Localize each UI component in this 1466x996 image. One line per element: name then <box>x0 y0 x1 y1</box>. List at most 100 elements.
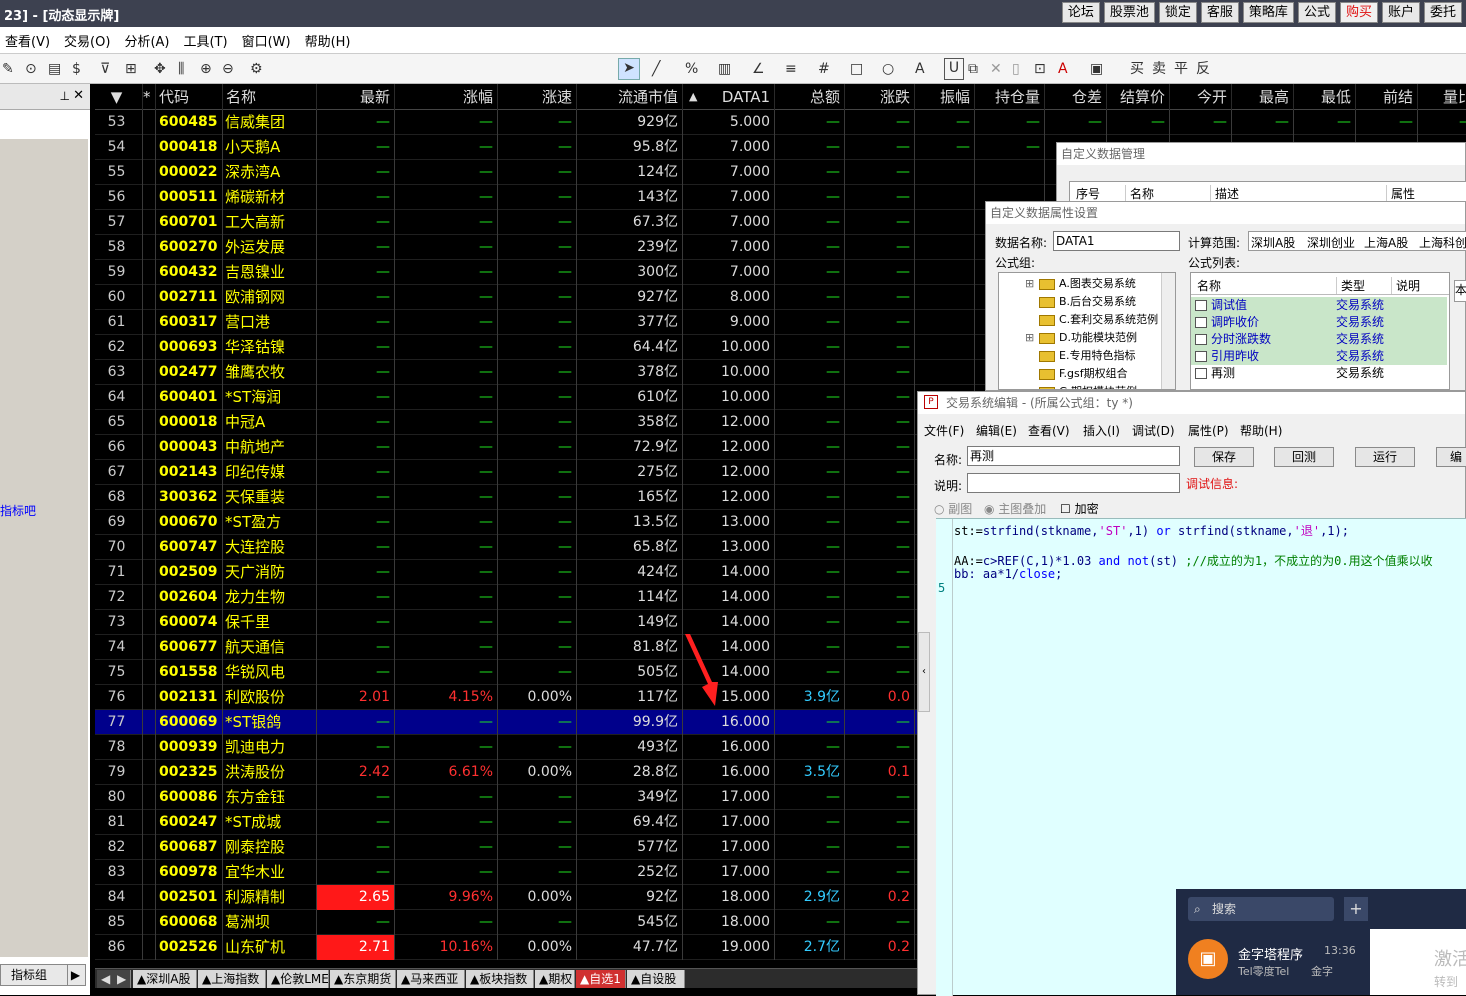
rect-icon[interactable]: □ <box>850 60 863 78</box>
formula-desc-input[interactable] <box>967 473 1180 493</box>
pencil-icon[interactable]: ✎ <box>2 60 14 78</box>
subchart-radio[interactable]: ○ 副图 <box>934 500 972 517</box>
tree-item[interactable]: ⊞ D.功能模块范例 <box>999 329 1175 347</box>
color-icon[interactable]: A <box>1058 60 1068 78</box>
tab-scroll-right-icon[interactable]: ▶ <box>113 970 132 988</box>
angle-icon[interactable]: ∠ <box>752 60 765 78</box>
buy-button[interactable]: 买 <box>1130 60 1144 78</box>
column-header[interactable]: 涨跌 <box>845 84 915 110</box>
column-header[interactable]: 涨幅 <box>395 84 498 110</box>
tree-item[interactable]: G.期权模块范例 <box>999 383 1175 389</box>
editor-menu-item[interactable]: 属性(P) <box>1188 422 1229 439</box>
title-button[interactable]: 委托 <box>1423 2 1462 23</box>
column-header[interactable]: 持仓量 <box>975 84 1045 110</box>
menu-item[interactable]: 帮助(H) <box>305 31 351 50</box>
column-menu-icon[interactable]: ▼ <box>95 84 143 110</box>
line-icon[interactable]: ╱ <box>652 60 660 78</box>
menu-item[interactable]: 交易(O) <box>64 31 110 50</box>
menu-item[interactable]: 窗口(W) <box>242 31 291 50</box>
tree-item[interactable]: ⊞ A.图表交易系统 <box>999 275 1175 293</box>
indicator-bar-link[interactable]: 指标吧 <box>0 502 36 519</box>
tab-market[interactable]: ▲深圳A股 <box>133 970 197 988</box>
fib-icon[interactable]: ▥ <box>718 60 731 78</box>
editor-menu-item[interactable]: 调试(D) <box>1132 422 1175 439</box>
formula-item[interactable]: 分时涨跌数 交易系统 <box>1191 331 1447 348</box>
circle-icon[interactable]: ○ <box>882 60 894 78</box>
filter-icon[interactable]: ⊽ <box>100 60 110 78</box>
dollar-icon[interactable]: $ <box>72 60 81 78</box>
close-position-button[interactable]: 平 <box>1174 60 1188 78</box>
delete-icon[interactable]: ✕ <box>990 60 1002 78</box>
title-button[interactable]: 账户 <box>1381 2 1420 23</box>
column-header[interactable]: 最新 <box>317 84 395 110</box>
tree-item[interactable]: E.专用特色指标 <box>999 347 1175 365</box>
indicator-group-tab[interactable]: 指标组 ▶ <box>0 964 86 986</box>
editor-menu-item[interactable]: 查看(V) <box>1028 422 1070 439</box>
save-button[interactable]: 保存 <box>1194 447 1254 467</box>
range-item[interactable]: 上海科创 <box>1419 234 1466 250</box>
title-button[interactable]: 锁定 <box>1158 2 1197 23</box>
cursor-icon[interactable]: ➤ <box>618 58 640 80</box>
column-header[interactable]: 量比 <box>1418 84 1466 110</box>
column-header[interactable]: 总额 <box>775 84 845 110</box>
column-header[interactable]: 代码 <box>156 84 223 110</box>
close-icon[interactable]: ✕ <box>73 88 84 103</box>
column-header[interactable]: 最高 <box>1232 84 1294 110</box>
tab-market[interactable]: ▲东京期货 <box>330 970 396 988</box>
title-button[interactable]: 策略库 <box>1242 2 1294 23</box>
column-header[interactable]: 名称 <box>223 84 317 110</box>
backtest-button[interactable]: 回测 <box>1274 447 1334 467</box>
menu-item[interactable]: 分析(A) <box>124 31 169 50</box>
zoom-in-icon[interactable]: ⊕ <box>200 60 212 78</box>
title-button[interactable]: 客服 <box>1200 2 1239 23</box>
tree-item[interactable]: F.gsf期权组合 <box>999 365 1175 383</box>
text-icon[interactable]: A <box>915 60 925 78</box>
lock-icon[interactable]: ⊡ <box>1034 60 1046 78</box>
expand-icon[interactable]: ⊞ <box>1025 275 1034 293</box>
range-list[interactable]: 深圳A股 深圳创业 上海A股 上海科创 <box>1248 231 1466 251</box>
range-item[interactable]: 深圳A股 <box>1251 234 1295 250</box>
table-row[interactable]: 53600485信威集团———929亿5.000——————————— <box>95 110 1466 135</box>
column-header[interactable]: 流通市值 <box>577 84 683 110</box>
tab-market[interactable]: ▲伦敦LME <box>267 970 329 988</box>
editor-menu-item[interactable]: 插入(I) <box>1083 422 1120 439</box>
tab-market[interactable]: ▲上海指数 <box>198 970 266 988</box>
menu-item[interactable]: 查看(V) <box>5 31 50 50</box>
chevron-right-icon[interactable]: ▶ <box>67 965 83 985</box>
edit-button[interactable]: 编 <box>1436 447 1466 467</box>
zoom-out-icon[interactable]: ⊖ <box>222 60 234 78</box>
formula-item[interactable]: 调昨收价 交易系统 <box>1191 314 1447 331</box>
title-button[interactable]: 股票池 <box>1103 2 1155 23</box>
title-button[interactable]: 论坛 <box>1061 2 1100 23</box>
page-icon[interactable]: ▤ <box>48 60 61 78</box>
editor-menu-item[interactable]: 文件(F) <box>924 422 964 439</box>
add-button[interactable]: + <box>1344 897 1368 921</box>
expand-icon[interactable]: ⊞ <box>1025 329 1034 347</box>
pin-icon[interactable]: ⊥ <box>60 89 70 103</box>
run-button[interactable]: 运行 <box>1355 447 1415 467</box>
sell-button[interactable]: 卖 <box>1152 60 1166 78</box>
formula-list[interactable]: 名称 类型 说明 调试值 交易系统 调昨收价 交易系统 分时涨跌数 交易系统 引用昨收 交易系… <box>1190 272 1450 390</box>
tab-market[interactable]: ▲自设股 <box>627 970 685 988</box>
search-box[interactable]: ⌕ 搜索 <box>1188 897 1334 921</box>
tree-scrollbar[interactable] <box>1161 273 1175 389</box>
formula-item[interactable]: 再测 交易系统 <box>1191 365 1447 382</box>
tab-market[interactable]: ▲马来西亚 <box>397 970 465 988</box>
editor-menu-item[interactable]: 编辑(E) <box>976 422 1017 439</box>
editor-menu-item[interactable]: 帮助(H) <box>1240 422 1282 439</box>
title-button[interactable]: 公式 <box>1297 2 1336 23</box>
parallel-icon[interactable]: ≡ <box>785 60 797 78</box>
encrypt-checkbox[interactable]: ☐ 加密 <box>1060 500 1099 517</box>
copy-icon[interactable]: ⧉ <box>968 60 978 78</box>
formula-item[interactable]: 引用昨收 交易系统 <box>1191 348 1447 365</box>
tab-market[interactable]: ▲期权 <box>535 970 575 988</box>
magnet-icon[interactable]: U <box>944 58 964 80</box>
formula-name-input[interactable]: 再测 <box>967 446 1180 466</box>
main-overlay-radio[interactable]: ◉ 主图叠加 <box>984 500 1046 517</box>
menu-item[interactable]: 工具(T) <box>183 31 227 50</box>
play-icon[interactable]: ⊙ <box>25 60 37 78</box>
percent-icon[interactable]: % <box>685 60 698 78</box>
column-header[interactable]: 振幅 <box>915 84 975 110</box>
collapse-panel-handle[interactable]: ‹ <box>918 632 930 712</box>
column-header[interactable]: 最低 <box>1294 84 1356 110</box>
